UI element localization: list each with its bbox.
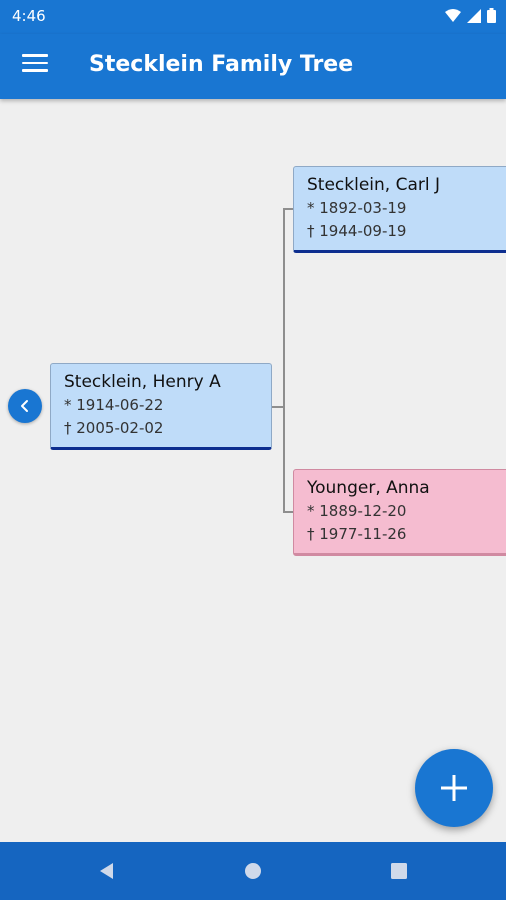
person-card-mother[interactable]: Younger, Anna * 1889-12-20 † 1977-11-26 [293, 469, 506, 556]
family-tree-canvas[interactable]: Stecklein, Henry A * 1914-06-22 † 2005-0… [0, 99, 506, 842]
person-death: † 1977-11-26 [307, 525, 407, 543]
status-time: 4:46 [12, 7, 46, 25]
battery-icon [487, 8, 496, 23]
status-icons [445, 8, 496, 23]
status-bar: 4:46 [0, 0, 506, 34]
plus-icon [441, 775, 467, 801]
person-death: † 1944-09-19 [307, 222, 407, 240]
person-name: Stecklein, Carl J [307, 175, 441, 195]
system-navigation-bar [0, 842, 506, 900]
app-title: Stecklein Family Tree [89, 52, 354, 77]
nav-home-button[interactable] [241, 859, 265, 883]
connector-vertical [283, 208, 285, 512]
add-person-button[interactable] [415, 749, 493, 827]
person-death: † 2005-02-02 [64, 419, 164, 437]
signal-icon [467, 8, 481, 23]
nav-back-button[interactable] [95, 859, 119, 883]
person-birth: * 1914-06-22 [64, 396, 164, 414]
chevron-left-icon[interactable] [8, 389, 42, 423]
connector-root-horizontal [271, 406, 283, 408]
back-triangle-icon [100, 863, 113, 879]
app-bar: Stecklein Family Tree [0, 34, 506, 99]
person-name: Younger, Anna [307, 478, 430, 498]
nav-recents-button[interactable] [387, 859, 411, 883]
person-card-root[interactable]: Stecklein, Henry A * 1914-06-22 † 2005-0… [50, 363, 272, 450]
person-name: Stecklein, Henry A [64, 372, 221, 392]
person-card-father[interactable]: Stecklein, Carl J * 1892-03-19 † 1944-09… [293, 166, 506, 253]
recents-square-icon [391, 863, 407, 879]
wifi-icon [445, 8, 461, 22]
menu-icon[interactable] [22, 54, 48, 76]
home-circle-icon [245, 863, 261, 879]
person-birth: * 1889-12-20 [307, 502, 407, 520]
person-birth: * 1892-03-19 [307, 199, 407, 217]
